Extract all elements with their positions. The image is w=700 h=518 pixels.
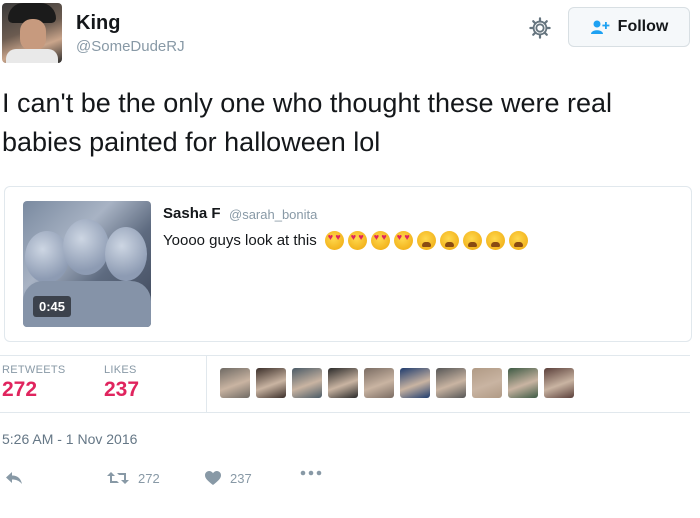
retweets-count: 272 bbox=[2, 378, 38, 401]
heart-eyes-emoji-icon bbox=[347, 231, 367, 250]
liker-avatar[interactable] bbox=[400, 368, 430, 398]
retweets-label: RETWEETS bbox=[2, 364, 66, 376]
reply-icon bbox=[6, 472, 22, 484]
heart-eyes-emoji-icon bbox=[370, 231, 390, 250]
liker-avatars bbox=[220, 368, 574, 398]
weary-emoji-icon bbox=[462, 231, 482, 250]
video-frame-figure bbox=[105, 227, 147, 281]
more-dots-icon bbox=[300, 470, 322, 476]
likes-label: LIKES bbox=[104, 364, 137, 376]
weary-emoji-icon bbox=[508, 231, 528, 250]
author-avatar[interactable] bbox=[2, 3, 62, 63]
gear-icon-svg bbox=[529, 17, 551, 39]
liker-avatar[interactable] bbox=[328, 368, 358, 398]
engagement-stats: RETWEETS 272 LIKES 237 bbox=[0, 356, 700, 412]
tweet-header: King @SomeDudeRJ Follow bbox=[0, 0, 700, 72]
liker-avatar[interactable] bbox=[508, 368, 538, 398]
liker-avatar[interactable] bbox=[472, 368, 502, 398]
heart-eyes-emoji-icon bbox=[393, 231, 413, 250]
liker-avatar[interactable] bbox=[544, 368, 574, 398]
author-name[interactable]: King bbox=[76, 12, 120, 35]
emoji-row bbox=[321, 231, 528, 250]
tweet-actions: 272 237 bbox=[0, 466, 700, 496]
follow-label: Follow bbox=[617, 18, 669, 35]
video-thumbnail[interactable]: 0:45 bbox=[23, 201, 151, 327]
quoted-text-body: Yoooo guys look at this bbox=[163, 232, 317, 249]
quoted-tweet[interactable]: 0:45 Sasha F @sarah_bonita Yoooo guys lo… bbox=[4, 186, 692, 342]
liker-avatar[interactable] bbox=[256, 368, 286, 398]
weary-emoji-icon bbox=[485, 231, 505, 250]
likes-stat[interactable]: LIKES 237 bbox=[104, 364, 139, 402]
retweet-count: 272 bbox=[138, 470, 160, 486]
divider bbox=[0, 412, 690, 413]
weary-emoji-icon bbox=[439, 231, 459, 250]
follow-button[interactable]: Follow bbox=[568, 7, 690, 47]
liker-avatar[interactable] bbox=[436, 368, 466, 398]
retweet-icon bbox=[107, 472, 129, 484]
heart-icon bbox=[205, 471, 221, 485]
heart-eyes-emoji-icon bbox=[324, 231, 344, 250]
stats-separator bbox=[206, 356, 207, 412]
author-handle[interactable]: @SomeDudeRJ bbox=[76, 38, 185, 55]
avatar-face bbox=[20, 19, 46, 51]
liker-avatar[interactable] bbox=[220, 368, 250, 398]
follow-person-icon bbox=[590, 20, 610, 34]
reply-button[interactable] bbox=[4, 470, 24, 486]
quoted-text: Yoooo guys look at this bbox=[163, 231, 528, 250]
weary-emoji-icon bbox=[416, 231, 436, 250]
video-frame-figure bbox=[63, 219, 109, 275]
tweet-timestamp[interactable]: 5:26 AM - 1 Nov 2016 bbox=[2, 431, 137, 447]
avatar-shirt bbox=[6, 49, 58, 63]
quoted-author-handle[interactable]: @sarah_bonita bbox=[229, 207, 317, 222]
video-duration: 0:45 bbox=[33, 296, 72, 317]
liker-avatar[interactable] bbox=[292, 368, 322, 398]
retweets-stat[interactable]: RETWEETS 272 bbox=[2, 364, 66, 402]
gear-icon[interactable] bbox=[526, 14, 554, 42]
like-count: 237 bbox=[230, 470, 252, 486]
like-button[interactable]: 237 bbox=[204, 470, 252, 486]
video-frame-figure bbox=[25, 231, 69, 283]
liker-avatar[interactable] bbox=[364, 368, 394, 398]
quoted-author-name[interactable]: Sasha F bbox=[163, 205, 221, 222]
likes-count: 237 bbox=[104, 378, 140, 401]
more-button[interactable] bbox=[300, 470, 322, 476]
tweet-text: I can't be the only one who thought thes… bbox=[2, 88, 613, 157]
retweet-button[interactable]: 272 bbox=[106, 470, 160, 486]
